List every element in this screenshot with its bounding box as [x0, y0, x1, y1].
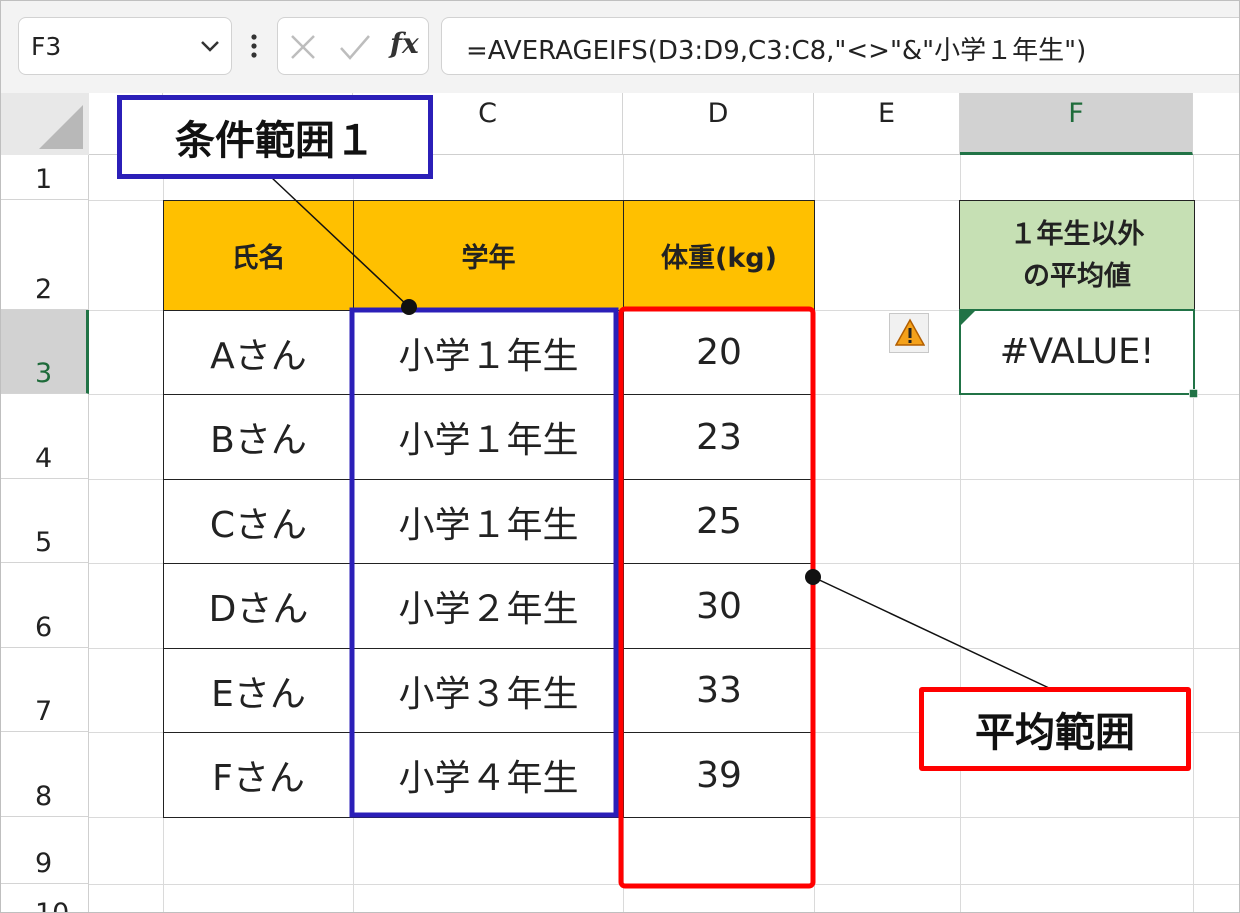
row-header-6[interactable]: 6: [1, 563, 89, 648]
row-label: 2: [35, 274, 53, 305]
column-header-f[interactable]: F: [960, 93, 1193, 155]
result-header-line1: １年生以外: [1009, 218, 1145, 250]
selected-cell-f3[interactable]: #VALUE!: [959, 309, 1198, 398]
column-label: E: [877, 98, 896, 129]
name-box[interactable]: F3: [18, 17, 232, 75]
table-cell[interactable]: 30: [623, 563, 815, 649]
row-header-1[interactable]: 1: [1, 155, 89, 200]
row-header-4[interactable]: 4: [1, 394, 89, 479]
select-all-triangle-icon: [39, 105, 83, 149]
table-cell[interactable]: Bさん: [163, 394, 354, 480]
column-header-e[interactable]: E: [814, 93, 960, 155]
column-header-d[interactable]: D: [623, 93, 814, 155]
formula-buttons: fx: [277, 17, 429, 75]
check-icon[interactable]: [338, 32, 372, 62]
row-label: 6: [35, 612, 53, 643]
table-cell[interactable]: 小学２年生: [353, 563, 624, 649]
table-cell[interactable]: 33: [623, 648, 815, 733]
table-cell[interactable]: Dさん: [163, 563, 354, 649]
column-label: C: [478, 98, 497, 129]
error-indicator-icon: [961, 311, 975, 325]
table-cell[interactable]: 小学３年生: [353, 648, 624, 733]
formula-text: =AVERAGEIFS(D3:D9,C3:C8,"<>"&"小学１年生"): [466, 36, 1087, 66]
row-header-2[interactable]: 2: [1, 200, 89, 310]
x-icon[interactable]: [288, 32, 318, 62]
excel-window: F3 fx =AVERAGEIFS(D3:D9,C3:C8,"<>"&"小学１年…: [0, 0, 1240, 913]
average-range-label: 平均範囲: [975, 710, 1135, 756]
column-label: F: [1068, 98, 1084, 129]
header-cell-weight[interactable]: 体重(kg): [623, 200, 815, 311]
table-cell[interactable]: 小学４年生: [353, 732, 624, 818]
header-cell-name[interactable]: 氏名: [163, 200, 354, 311]
formula-input[interactable]: =AVERAGEIFS(D3:D9,C3:C8,"<>"&"小学１年生"): [441, 17, 1239, 75]
result-header-line2: の平均値: [1023, 260, 1131, 292]
row-label: 9: [35, 848, 53, 879]
row-header-5[interactable]: 5: [1, 479, 89, 563]
gridline: [89, 884, 1239, 885]
row-header-9[interactable]: 9: [1, 817, 89, 884]
table-cell[interactable]: 20: [623, 310, 815, 395]
header-cell-grade[interactable]: 学年: [353, 200, 624, 311]
table-cell[interactable]: Eさん: [163, 648, 354, 733]
error-warning-button[interactable]: [889, 313, 929, 353]
row-header-7[interactable]: 7: [1, 648, 89, 732]
chevron-down-icon[interactable]: [199, 36, 221, 56]
row-label: 3: [35, 358, 53, 389]
criteria-range-callout: 条件範囲１: [117, 95, 433, 179]
insert-function-button[interactable]: fx: [390, 27, 419, 60]
criteria-range-label: 条件範囲１: [175, 118, 375, 164]
row-header-3[interactable]: 3: [1, 310, 89, 394]
table-cell[interactable]: 25: [623, 479, 815, 564]
row-label: 5: [35, 527, 53, 558]
row-label: 8: [35, 781, 53, 812]
table-cell[interactable]: 小学１年生: [353, 394, 624, 480]
more-options-icon[interactable]: [245, 31, 263, 61]
column-header-g[interactable]: [1193, 93, 1239, 155]
formula-bar: F3 fx =AVERAGEIFS(D3:D9,C3:C8,"<>"&"小学１年…: [1, 1, 1239, 93]
table-cell[interactable]: Fさん: [163, 732, 354, 818]
table-cell[interactable]: Cさん: [163, 479, 354, 564]
table-cell[interactable]: Aさん: [163, 310, 354, 395]
row-header-8[interactable]: 8: [1, 732, 89, 817]
table-cell[interactable]: 39: [623, 732, 815, 818]
fill-handle[interactable]: [1189, 389, 1198, 398]
table-cell[interactable]: 小学１年生: [353, 310, 624, 395]
row-label: 7: [35, 696, 53, 727]
column-label: D: [707, 98, 729, 129]
row-label: 10: [35, 898, 69, 912]
row-header-10[interactable]: 10: [1, 884, 89, 912]
name-box-value: F3: [31, 32, 62, 61]
table-cell[interactable]: 小学１年生: [353, 479, 624, 564]
row-label: 4: [35, 443, 53, 474]
average-leader-line: [812, 576, 1050, 689]
average-range-callout: 平均範囲: [919, 687, 1191, 771]
warning-icon: [895, 318, 925, 346]
select-all-corner[interactable]: [1, 93, 89, 155]
row-label: 1: [35, 164, 53, 195]
result-value: #VALUE!: [999, 332, 1155, 372]
table-cell[interactable]: 23: [623, 394, 815, 480]
result-header-cell[interactable]: １年生以外 の平均値: [959, 200, 1195, 311]
